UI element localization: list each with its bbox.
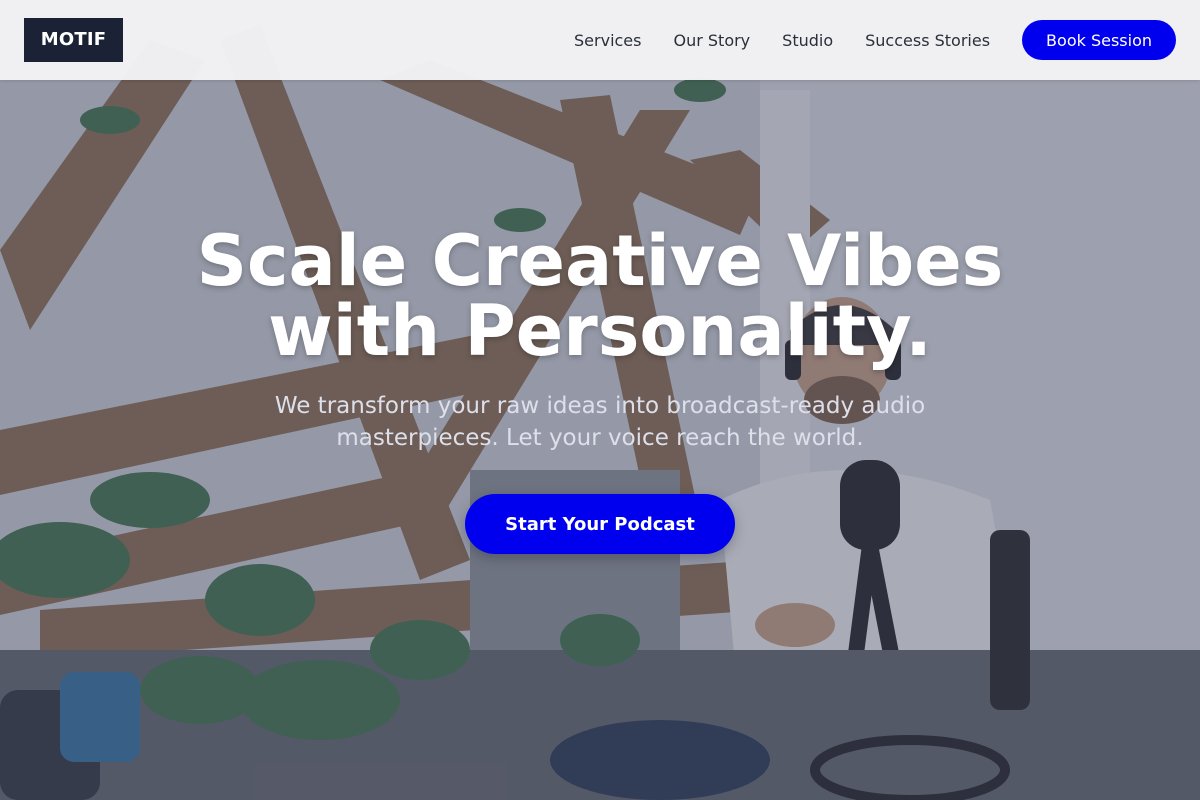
hero-subtitle-line: masterpieces. Let your voice reach the w… bbox=[336, 425, 864, 451]
nav-link-services[interactable]: Services bbox=[574, 31, 641, 50]
hero-section: Scale Creative Vibes with Personality. W… bbox=[0, 226, 1200, 554]
site-header: MOTIF Services Our Story Studio Success … bbox=[0, 0, 1200, 80]
hero-title-line: with Personality. bbox=[268, 290, 932, 372]
logo[interactable]: MOTIF bbox=[24, 18, 123, 62]
start-podcast-button[interactable]: Start Your Podcast bbox=[465, 494, 735, 554]
hero-title: Scale Creative Vibes with Personality. bbox=[100, 226, 1100, 366]
main-nav: Services Our Story Studio Success Storie… bbox=[574, 20, 1176, 60]
hero-subtitle-line: We transform your raw ideas into broadca… bbox=[274, 393, 926, 419]
hero-title-line: Scale Creative Vibes bbox=[196, 220, 1004, 302]
landing-page: MOTIF Services Our Story Studio Success … bbox=[0, 0, 1200, 800]
nav-link-success-stories[interactable]: Success Stories bbox=[865, 31, 990, 50]
book-session-button[interactable]: Book Session bbox=[1022, 20, 1176, 60]
hero-subtitle: We transform your raw ideas into broadca… bbox=[240, 390, 960, 454]
nav-link-our-story[interactable]: Our Story bbox=[673, 31, 750, 50]
nav-link-studio[interactable]: Studio bbox=[782, 31, 833, 50]
